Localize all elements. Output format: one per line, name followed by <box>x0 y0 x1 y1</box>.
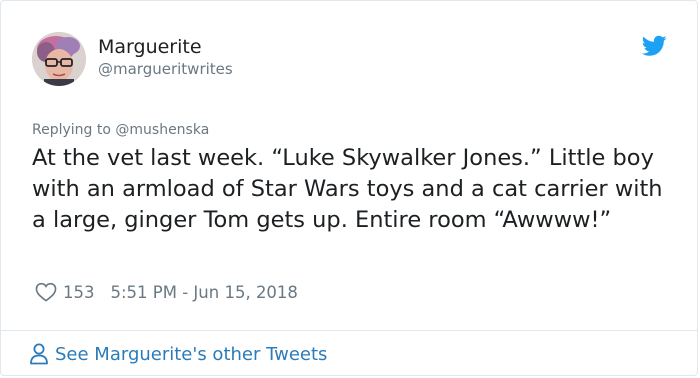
person-icon <box>29 343 49 365</box>
replying-to-mention[interactable]: @mushenska <box>115 122 209 138</box>
tweet-text: At the vet last week. “Luke Skywalker Jo… <box>32 145 663 233</box>
see-other-tweets-link[interactable]: See Marguerite's other Tweets <box>29 342 327 366</box>
twitter-bird-icon[interactable] <box>641 35 667 57</box>
like-count[interactable]: 153 <box>63 283 95 302</box>
tweet-meta: 153 5:51 PM - Jun 15, 2018 <box>35 280 298 304</box>
heart-icon[interactable] <box>35 282 57 302</box>
see-other-tweets-label[interactable]: See Marguerite's other Tweets <box>55 344 327 365</box>
author-name[interactable]: Marguerite <box>98 36 202 58</box>
author-handle[interactable]: @margueritwrites <box>98 60 233 78</box>
replying-to: Replying to @mushenska <box>32 122 209 138</box>
divider <box>1 330 697 331</box>
tweet-timestamp[interactable]: 5:51 PM - Jun 15, 2018 <box>111 283 298 302</box>
replying-to-label: Replying to <box>32 122 111 138</box>
author-avatar[interactable] <box>32 32 86 86</box>
tweet-card: Marguerite @margueritwrites Replying to … <box>0 0 698 376</box>
